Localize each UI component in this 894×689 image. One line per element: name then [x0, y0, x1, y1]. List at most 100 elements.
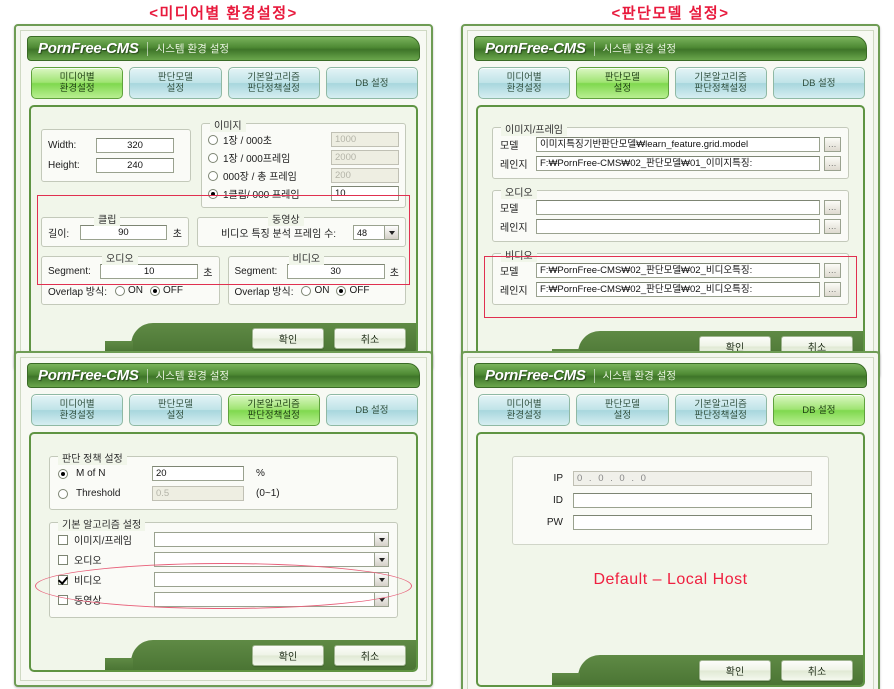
- chevron-down-icon[interactable]: [374, 533, 388, 546]
- audio-group: 오디오 Segment: 10 초 Overlap 방식: ON OFF: [41, 250, 220, 305]
- model-group-image-legend: 이미지/프레임: [501, 121, 567, 136]
- movie-frames-combo[interactable]: 48: [353, 225, 399, 240]
- video-model-input[interactable]: F:₩PornFree-CMS₩02_판단모델₩02_비디오특징:: [536, 263, 820, 278]
- window-1: PornFree-CMS 시스템 환경 설정 미디어별 환경설정 판단모델 설정…: [14, 24, 433, 370]
- tab-db-settings[interactable]: DB 설정: [325, 394, 418, 426]
- checkbox-movie[interactable]: [58, 594, 68, 605]
- tab-model-settings[interactable]: 판단모델 설정: [129, 67, 222, 99]
- movie-group: 동영상 비디오 특징 분석 프레임 수: 48: [197, 211, 406, 247]
- tab-media-settings[interactable]: 미디어별 환경설정: [31, 67, 124, 99]
- chevron-down-icon[interactable]: [374, 573, 388, 586]
- tab-media-settings[interactable]: 미디어별 환경설정: [478, 67, 571, 99]
- label-percent: %: [256, 468, 265, 479]
- policy-group-legend: 판단 정책 설정: [58, 450, 127, 465]
- audio-segment-unit: 초: [203, 268, 213, 279]
- radio-m-of-n[interactable]: [58, 468, 68, 479]
- audio-model-label: 모델: [500, 204, 519, 215]
- audio-model-input[interactable]: [536, 200, 820, 215]
- width-input[interactable]: 320: [96, 138, 174, 153]
- radio-video-overlap-off[interactable]: [336, 285, 347, 296]
- input-clip-per-frame[interactable]: 10: [331, 186, 399, 201]
- video-segment-input[interactable]: 30: [286, 264, 385, 279]
- combo-algo-video[interactable]: [154, 572, 389, 587]
- video-range-browse-button[interactable]: ...: [824, 282, 841, 297]
- combo-algo-movie[interactable]: [154, 592, 389, 607]
- checkbox-image-frame[interactable]: [58, 534, 68, 545]
- dimension-box: Width: 320 Height: 240: [41, 129, 191, 182]
- tab-model-settings[interactable]: 판단모델 설정: [576, 67, 669, 99]
- model-group-audio-legend: 오디오: [501, 184, 537, 199]
- audio-range-browse-button[interactable]: ...: [824, 219, 841, 234]
- tab-algorithm-policy[interactable]: 기본알고리즘 판단정책설정: [674, 67, 767, 99]
- id-input[interactable]: [573, 493, 812, 508]
- audio-range-input[interactable]: [536, 219, 820, 234]
- ok-button[interactable]: 확인: [699, 660, 771, 681]
- ok-button[interactable]: 확인: [252, 645, 324, 666]
- combo-algo-image-frame[interactable]: [154, 532, 389, 547]
- tab-algorithm-policy[interactable]: 기본알고리즘 판단정책설정: [674, 394, 767, 426]
- chevron-down-icon[interactable]: [374, 593, 388, 606]
- tab-media-settings[interactable]: 미디어별 환경설정: [31, 394, 124, 426]
- clip-group-legend: 클립: [94, 211, 121, 226]
- radio-image-per-sec[interactable]: [208, 134, 218, 145]
- tab-db-settings[interactable]: DB 설정: [325, 67, 418, 99]
- tab-model-settings[interactable]: 판단모델 설정: [576, 394, 669, 426]
- tab-bar-2: 미디어별 환경설정 판단모델 설정 기본알고리즘 판단정책설정 DB 설정: [474, 61, 867, 99]
- id-label: ID: [553, 495, 563, 506]
- height-input[interactable]: 240: [96, 158, 174, 173]
- model-group-video: 비디오 모델 F:₩PornFree-CMS₩02_판단모델₩02_비디오특징:…: [492, 247, 849, 305]
- chevron-down-icon[interactable]: [384, 226, 398, 239]
- pw-input[interactable]: [573, 515, 812, 530]
- cancel-button[interactable]: 취소: [334, 645, 406, 666]
- tab-db-settings[interactable]: DB 설정: [772, 67, 865, 99]
- radio-audio-overlap-off[interactable]: [149, 285, 160, 296]
- algorithm-group-legend: 기본 알고리즘 설정: [58, 516, 146, 531]
- label-video-overlap-on: ON: [314, 285, 330, 296]
- audio-segment-label: Segment:: [48, 266, 91, 277]
- checkbox-video[interactable]: [58, 574, 68, 585]
- combo-algo-audio[interactable]: [154, 552, 389, 567]
- combo-value-image-frame: [155, 533, 374, 546]
- image-range-browse-button[interactable]: ...: [824, 156, 841, 171]
- radio-video-overlap-on[interactable]: [301, 285, 312, 296]
- tab-bar-4: 미디어별 환경설정 판단모델 설정 기본알고리즘 판단정책설정 DB 설정: [474, 388, 867, 426]
- checkbox-audio[interactable]: [58, 554, 68, 565]
- tab-bar: 미디어별 환경설정 판단모델 설정 기본알고리즘 판단정책설정 DB 설정: [27, 61, 420, 99]
- tab-algorithm-policy[interactable]: 기본알고리즘 판단정책설정: [227, 67, 320, 99]
- label-image-per-frame: 1장 / 000프레임: [223, 154, 291, 165]
- label-algo-audio: 오디오: [74, 556, 102, 567]
- radio-clip-per-frame[interactable]: [208, 188, 218, 199]
- radio-audio-overlap-on[interactable]: [114, 285, 125, 296]
- label-m-of-n: M of N: [76, 468, 106, 479]
- audio-segment-input[interactable]: 10: [100, 264, 199, 279]
- window-3: PornFree-CMS 시스템 환경 설정 미디어별 환경설정 판단모델 설정…: [14, 351, 433, 687]
- audio-model-browse-button[interactable]: ...: [824, 200, 841, 215]
- cancel-button[interactable]: 취소: [781, 660, 853, 681]
- chevron-down-icon[interactable]: [374, 553, 388, 566]
- radio-image-per-frame[interactable]: [208, 152, 218, 163]
- panel-media-settings: <미디어별 환경설정> PornFree-CMS 시스템 환경 설정 미디어별 …: [0, 0, 447, 370]
- radio-threshold[interactable]: [58, 488, 68, 499]
- tab-media-settings[interactable]: 미디어별 환경설정: [478, 394, 571, 426]
- radio-images-total-frames[interactable]: [208, 170, 218, 181]
- image-range-input[interactable]: F:₩PornFree-CMS₩02_판단모델₩01_이미지특징:: [536, 156, 820, 171]
- tab-db-settings[interactable]: DB 설정: [772, 394, 865, 426]
- label-algo-movie: 동영상: [74, 596, 102, 607]
- app-brand: PornFree-CMS: [38, 40, 139, 57]
- video-range-input[interactable]: F:₩PornFree-CMS₩02_판단모델₩02_비디오특징:: [536, 282, 820, 297]
- clip-length-input[interactable]: 90: [80, 225, 167, 240]
- input-threshold[interactable]: 0.5: [152, 486, 244, 501]
- input-images-total-frames[interactable]: 200: [331, 168, 399, 183]
- input-image-per-sec[interactable]: 1000: [331, 132, 399, 147]
- tab-algorithm-policy[interactable]: 기본알고리즘 판단정책설정: [227, 394, 320, 426]
- ip-label: IP: [553, 473, 563, 484]
- input-image-per-frame[interactable]: 2000: [331, 150, 399, 165]
- combo-value-movie: [155, 593, 374, 606]
- image-model-browse-button[interactable]: ...: [824, 137, 841, 152]
- image-model-input[interactable]: 이미지특징기반판단모델₩learn_feature.grid.model: [536, 137, 820, 152]
- input-m-of-n[interactable]: 20: [152, 466, 244, 481]
- tab-model-settings[interactable]: 판단모델 설정: [129, 394, 222, 426]
- panel1-caption: <미디어별 환경설정>: [149, 5, 298, 22]
- ip-input[interactable]: 0 . 0 . 0 . 0: [573, 471, 812, 486]
- video-model-browse-button[interactable]: ...: [824, 263, 841, 278]
